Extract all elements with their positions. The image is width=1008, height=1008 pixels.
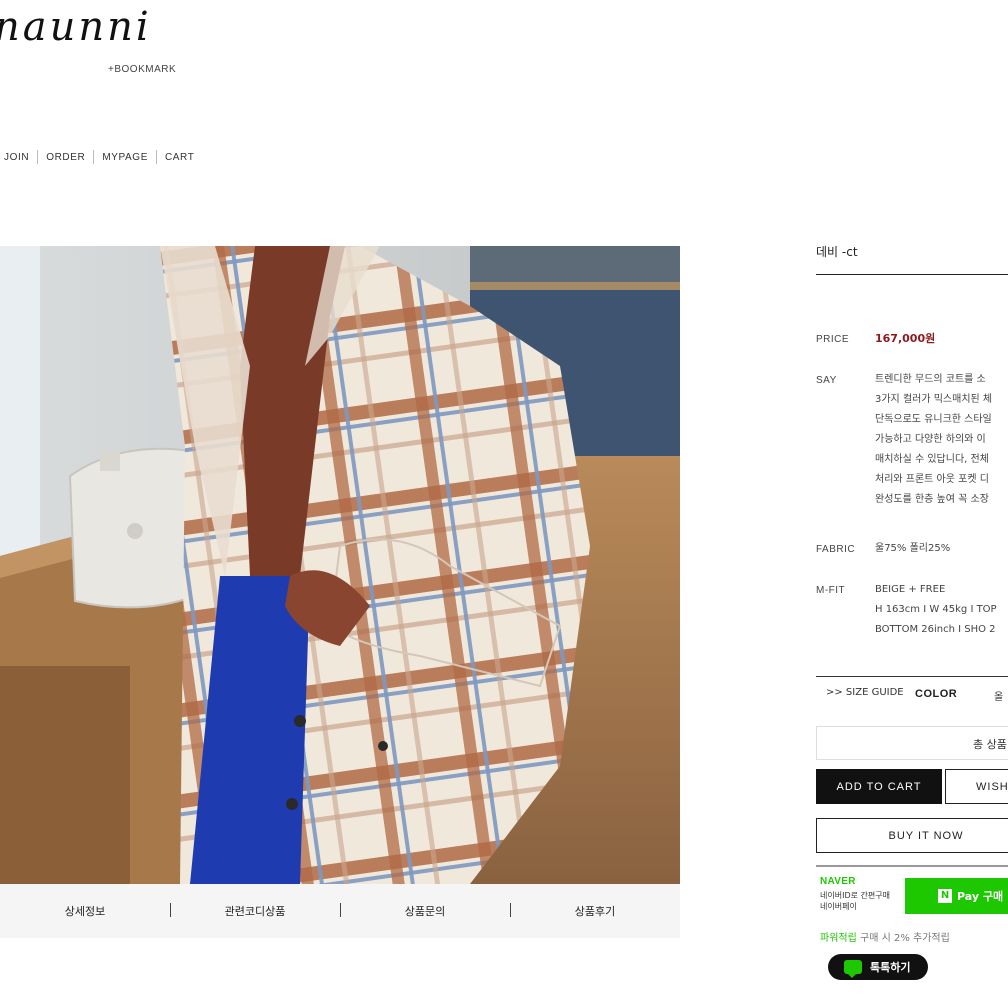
divider xyxy=(816,676,1008,677)
wish-button[interactable]: WISH xyxy=(945,769,1008,804)
point-label: 파워적립 xyxy=(820,933,857,944)
product-name: 데비 -ct xyxy=(816,245,858,259)
naver-subtext: 네이버페이 xyxy=(820,902,857,911)
mfit-info: BEIGE + FREE H 163cm I W 45kg I TOP BOTT… xyxy=(875,580,997,640)
divider xyxy=(816,865,1008,867)
mfit-line: BEIGE + FREE xyxy=(875,584,946,595)
color-label: COLOR xyxy=(915,688,958,700)
say-description: 트렌디한 무드의 코트를 소 3가지 컬러가 믹스매치된 체 단독으로도 유니크… xyxy=(875,370,992,510)
product-info-panel: 데비 -ct PRICE 167,000원 SAY 트렌디한 무드의 코트를 소… xyxy=(816,0,1008,1008)
brand-logo[interactable]: naunni xyxy=(0,4,152,50)
tab-detail-info[interactable]: 상세정보 xyxy=(0,903,170,919)
say-line: 단독으로도 유니크한 스타일 xyxy=(875,414,992,425)
add-to-cart-button[interactable]: ADD TO CART xyxy=(816,769,942,804)
nav-cart[interactable]: CART xyxy=(165,152,194,163)
talktalk-label: 톡톡하기 xyxy=(870,961,911,974)
tab-product-reviews[interactable]: 상품후기 xyxy=(510,903,680,919)
say-line: 3가지 컬러가 믹스매치된 체 xyxy=(875,394,993,405)
say-line: 완성도를 한층 높여 꼭 소장 xyxy=(875,494,989,505)
mfit-label: M-FIT xyxy=(816,585,846,596)
say-line: 처리와 프론트 아웃 포켓 디 xyxy=(875,474,989,485)
nav-divider xyxy=(93,150,95,164)
nav-divider xyxy=(155,150,157,164)
divider xyxy=(816,274,1008,275)
point-text: 구매 시 2% 추가적립 xyxy=(860,933,950,944)
mfit-line: BOTTOM 26inch I SHO 2 xyxy=(875,624,996,635)
bookmark-link[interactable]: +BOOKMARK xyxy=(108,64,176,75)
product-price: 167,000원 xyxy=(875,332,936,345)
naver-subtext: 네이버ID로 간편구매 xyxy=(820,891,890,900)
buy-now-button[interactable]: BUY IT NOW xyxy=(816,818,1008,853)
naver-pay-label: Pay 구매 xyxy=(957,890,1004,903)
fabric-value: 울75% 폴리25% xyxy=(875,543,951,554)
color-select[interactable]: 올 xyxy=(994,688,1003,703)
size-guide-link[interactable]: >> SIZE GUIDE xyxy=(826,687,904,698)
say-line: 가능하고 다양한 하의와 이 xyxy=(875,434,986,445)
say-line: 트렌디한 무드의 코트를 소 xyxy=(875,374,986,385)
tab-product-qna[interactable]: 상품문의 xyxy=(340,903,510,919)
nav-order[interactable]: ORDER xyxy=(46,152,85,163)
nav-divider xyxy=(37,150,39,164)
naver-pay-button[interactable]: N Pay 구매 xyxy=(905,878,1008,914)
say-label: SAY xyxy=(816,375,837,386)
chat-bubble-icon xyxy=(844,960,862,978)
total-price-label: 총 상품 xyxy=(973,738,1007,751)
naver-point-info: 파워적립 구매 시 2% 추가적립 xyxy=(820,929,950,944)
fabric-label: FABRIC xyxy=(816,544,856,555)
tab-related-items[interactable]: 관련코디상품 xyxy=(170,903,340,919)
naver-logo: NAVER xyxy=(820,876,856,887)
talktalk-button[interactable]: 톡톡하기 xyxy=(828,954,928,980)
nav-join[interactable]: JOIN xyxy=(4,152,29,163)
detail-tab-bar: 상세정보 관련코디상품 상품문의 상품후기 xyxy=(0,884,680,938)
total-price-box: 총 상품 xyxy=(816,726,1008,760)
naver-n-icon: N xyxy=(938,889,952,903)
top-navigation: JOIN ORDER MYPAGE CART xyxy=(4,150,194,164)
mfit-line: H 163cm I W 45kg I TOP xyxy=(875,604,997,615)
price-label: PRICE xyxy=(816,334,850,345)
product-image xyxy=(0,246,680,884)
say-line: 매치하실 수 있답니다, 전체 xyxy=(875,454,989,465)
nav-mypage[interactable]: MYPAGE xyxy=(102,152,148,163)
